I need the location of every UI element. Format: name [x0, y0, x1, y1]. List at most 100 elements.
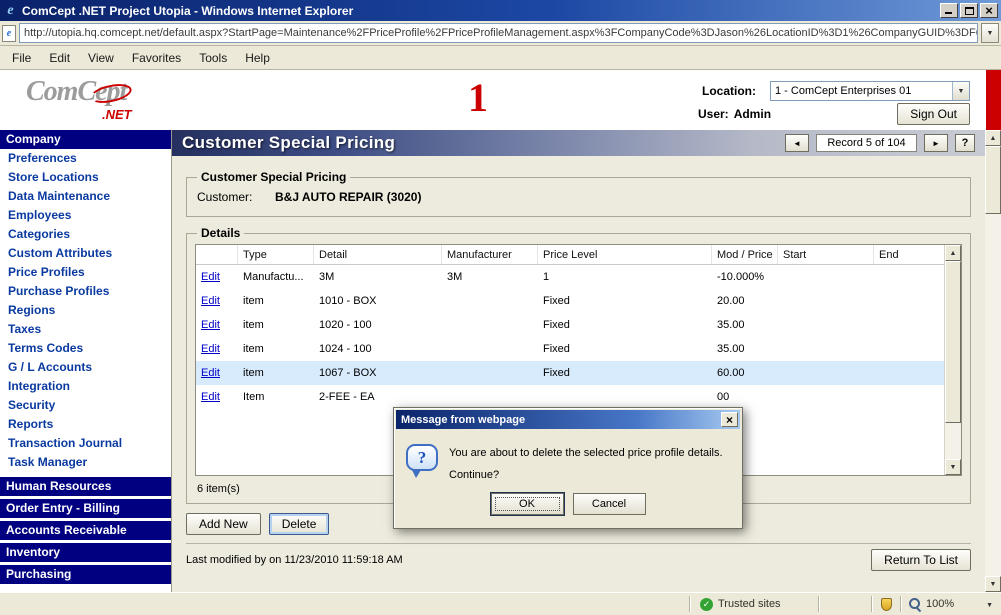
close-button[interactable]	[980, 3, 998, 18]
sidebar-item-employees[interactable]: Employees	[0, 206, 171, 225]
previous-record-button[interactable]: ◄	[785, 134, 809, 152]
table-row[interactable]: Edit Manufactu... 3M 3M 1 -10.000%	[196, 265, 944, 289]
sign-out-button[interactable]: Sign Out	[897, 103, 970, 125]
sidebar-item-gl-accounts[interactable]: G / L Accounts	[0, 358, 171, 377]
zoom-control[interactable]: 100%	[901, 593, 1001, 615]
ok-button[interactable]: OK	[491, 493, 564, 515]
edit-link[interactable]: Edit	[201, 271, 220, 283]
ie-logo-icon	[3, 3, 18, 18]
page-scroll-track[interactable]	[985, 214, 1001, 576]
table-scrollbar[interactable]	[944, 245, 961, 475]
dialog-close-button[interactable]	[721, 412, 738, 427]
sidebar-item-integration[interactable]: Integration	[0, 377, 171, 396]
scroll-thumb[interactable]	[945, 261, 961, 423]
sidebar-item-reports[interactable]: Reports	[0, 415, 171, 434]
edit-link[interactable]: Edit	[201, 391, 220, 403]
edit-link[interactable]: Edit	[201, 319, 220, 331]
address-bar: http://utopia.hq.comcept.net/default.asp…	[0, 21, 1001, 46]
url-input[interactable]: http://utopia.hq.comcept.net/default.asp…	[19, 23, 978, 43]
table-row[interactable]: Edit item 1020 - 100 Fixed 35.00	[196, 313, 944, 337]
divider	[186, 543, 971, 544]
sidebar-item-price-profiles[interactable]: Price Profiles	[0, 263, 171, 282]
url-dropdown-button[interactable]	[981, 23, 999, 43]
sidebar-item-store-locations[interactable]: Store Locations	[0, 168, 171, 187]
page-scrollbar[interactable]	[985, 130, 1001, 592]
next-record-button[interactable]: ►	[924, 134, 948, 152]
delete-button[interactable]: Delete	[269, 513, 330, 535]
dialog-buttons: OK Cancel	[394, 485, 742, 528]
location-select[interactable]: 1 - ComCept Enterprises 01	[770, 81, 970, 101]
add-new-button[interactable]: Add New	[186, 513, 261, 535]
edit-link[interactable]: Edit	[201, 295, 220, 307]
minimize-icon	[945, 12, 952, 14]
security-zone-panel[interactable]: Trusted sites	[690, 593, 818, 615]
table-row[interactable]: Edit Item 2-FEE - EA 00	[196, 385, 944, 409]
table-row-selected[interactable]: Edit item 1067 - BOX Fixed 60.00	[196, 361, 944, 385]
menu-item-favorites[interactable]: Favorites	[123, 48, 190, 68]
column-header-price-level: Price Level	[538, 245, 712, 264]
dialog-titlebar[interactable]: Message from webpage	[396, 410, 740, 429]
page-scroll-up-button[interactable]	[985, 130, 1001, 146]
cancel-button[interactable]: Cancel	[573, 493, 646, 515]
customer-fieldset: Customer Special Pricing Customer: B&J A…	[186, 170, 971, 217]
user-line: User: Admin	[698, 107, 771, 121]
sidebar-section-purchasing[interactable]: Purchasing	[0, 565, 171, 584]
scroll-up-button[interactable]	[945, 245, 961, 261]
maximize-button[interactable]	[960, 3, 978, 18]
minimize-button[interactable]	[940, 3, 958, 18]
cell-price-level: Fixed	[538, 295, 712, 307]
sidebar-section-inventory[interactable]: Inventory	[0, 543, 171, 562]
chevron-down-icon[interactable]	[952, 82, 969, 100]
sidebar-item-categories[interactable]: Categories	[0, 225, 171, 244]
page-title: Customer Special Pricing	[182, 133, 785, 153]
table-row[interactable]: Edit item 1010 - BOX Fixed 20.00	[196, 289, 944, 313]
zoom-level: 100%	[926, 598, 954, 610]
scroll-down-button[interactable]	[945, 459, 961, 475]
sidebar-item-security[interactable]: Security	[0, 396, 171, 415]
sidebar-bottom-sections: Human Resources Order Entry - Billing Ac…	[0, 477, 171, 584]
customer-row: Customer: B&J AUTO REPAIR (3020)	[195, 185, 962, 209]
sidebar-item-transaction-journal[interactable]: Transaction Journal	[0, 434, 171, 453]
cell-action: Edit	[196, 391, 238, 403]
sidebar-item-data-maintenance[interactable]: Data Maintenance	[0, 187, 171, 206]
security-zone-label: Trusted sites	[718, 598, 781, 610]
sidebar-section-company[interactable]: Company	[0, 130, 171, 149]
cell-type: item	[238, 319, 314, 331]
help-button[interactable]: ?	[955, 134, 975, 152]
page-scroll-down-button[interactable]	[985, 576, 1001, 592]
scroll-track[interactable]	[945, 423, 961, 459]
sidebar-section-accounts-receivable[interactable]: Accounts Receivable	[0, 521, 171, 540]
page-scroll-thumb[interactable]	[985, 146, 1001, 214]
menu-item-file[interactable]: File	[3, 48, 40, 68]
sidebar-item-custom-attributes[interactable]: Custom Attributes	[0, 244, 171, 263]
menu-item-view[interactable]: View	[79, 48, 123, 68]
zoom-dropdown-icon[interactable]	[986, 598, 993, 610]
cell-price-level: Fixed	[538, 343, 712, 355]
menu-item-help[interactable]: Help	[236, 48, 279, 68]
menu-item-tools[interactable]: Tools	[190, 48, 236, 68]
sidebar-item-terms-codes[interactable]: Terms Codes	[0, 339, 171, 358]
sidebar-item-regions[interactable]: Regions	[0, 301, 171, 320]
status-icon-panel[interactable]	[872, 593, 900, 615]
cell-price-level: Fixed	[538, 367, 712, 379]
sidebar-item-preferences[interactable]: Preferences	[0, 149, 171, 168]
window-titlebar[interactable]: ComCept .NET Project Utopia - Windows In…	[0, 0, 1001, 21]
dialog-message: You are about to delete the selected pri…	[449, 444, 723, 481]
cell-type: Manufactu...	[238, 271, 314, 283]
table-row[interactable]: Edit item 1024 - 100 Fixed 35.00	[196, 337, 944, 361]
status-bar: Trusted sites 100%	[0, 592, 1001, 615]
footer-row: Last modified by on 11/23/2010 11:59:18 …	[186, 549, 971, 571]
sidebar-item-taxes[interactable]: Taxes	[0, 320, 171, 339]
user-label: User:	[698, 107, 729, 121]
cell-manufacturer: 3M	[442, 271, 538, 283]
dialog-body: You are about to delete the selected pri…	[394, 431, 742, 485]
menu-item-edit[interactable]: Edit	[40, 48, 79, 68]
sidebar-item-task-manager[interactable]: Task Manager	[0, 453, 171, 472]
sidebar-item-purchase-profiles[interactable]: Purchase Profiles	[0, 282, 171, 301]
sidebar-section-order-entry-billing[interactable]: Order Entry - Billing	[0, 499, 171, 518]
sidebar-section-human-resources[interactable]: Human Resources	[0, 477, 171, 496]
return-to-list-button[interactable]: Return To List	[871, 549, 971, 571]
location-label: Location:	[702, 84, 756, 98]
edit-link[interactable]: Edit	[201, 367, 220, 379]
edit-link[interactable]: Edit	[201, 343, 220, 355]
